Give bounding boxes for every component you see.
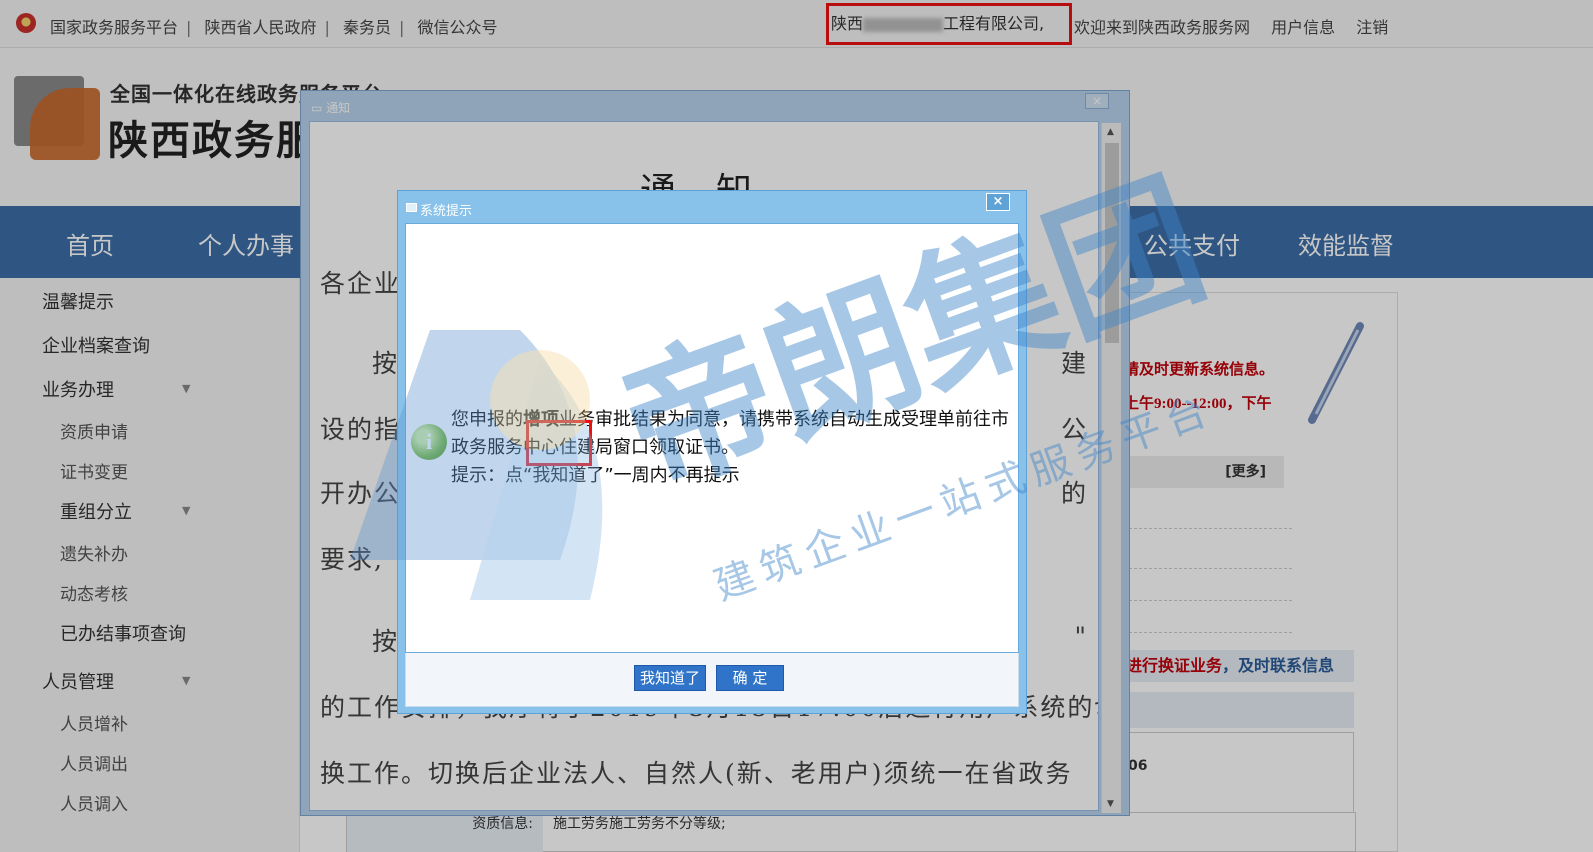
i-know-button[interactable]: 我知道了 bbox=[634, 665, 706, 691]
window-icon bbox=[406, 203, 417, 212]
dialog-footer: 我知道了 确 定 bbox=[405, 653, 1019, 707]
info-icon: i bbox=[411, 424, 447, 460]
highlight-box bbox=[526, 420, 592, 466]
dialog-title: 系统提示 bbox=[420, 204, 473, 219]
msg-prefix: 您申报的 bbox=[451, 409, 523, 430]
dialog-body: i 您申报的增项业务审批结果为同意，请携带系统自动生成受理单前往市政务服务中心住… bbox=[405, 223, 1019, 653]
msg-hint: 提示：点“我知道了”一周内不再提示 bbox=[451, 465, 740, 486]
dialog-close-button[interactable]: × bbox=[986, 193, 1010, 211]
confirm-button[interactable]: 确 定 bbox=[716, 665, 784, 691]
system-prompt-dialog: 系统提示 × i 您申报的增项业务审批结果为同意，请携带系统自动生成受理单前往市… bbox=[397, 190, 1027, 714]
